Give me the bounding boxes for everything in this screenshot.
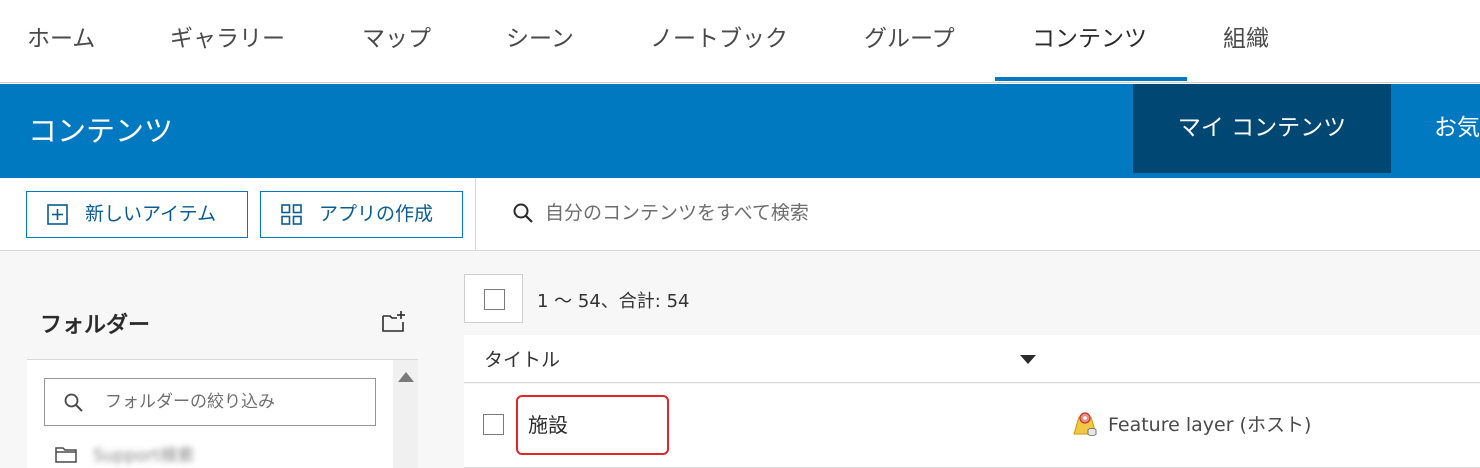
content-search-input[interactable] [545,193,1145,233]
folder-icon [55,447,77,463]
folders-heading: フォルダー [40,313,151,338]
tab-favorites[interactable]: お気 [1434,84,1480,173]
checkbox-box [484,289,505,310]
sort-dropdown-icon[interactable] [1020,355,1036,364]
active-nav-indicator [995,77,1187,81]
result-count: 1 〜 54、合計: 54 [537,291,690,312]
tab-my-content[interactable]: マイ コンテンツ [1133,84,1391,173]
new-item-button[interactable]: 新しいアイテム [26,191,248,238]
create-app-button[interactable]: アプリの作成 [260,191,463,238]
nav-content[interactable]: コンテンツ [1032,0,1147,82]
top-navigation: ホーム ギャラリー マップ シーン ノートブック グループ コンテンツ 組織 [0,0,1480,83]
select-all-checkbox[interactable] [464,274,523,323]
folder-item[interactable]: Support検索 [55,440,355,468]
column-header-title[interactable]: タイトル [484,345,560,372]
scroll-up-arrow-icon[interactable] [398,372,414,382]
folder-name: Support検索 [93,446,195,466]
search-icon [64,393,83,412]
new-item-label: 新しいアイテム [85,203,217,225]
page-title: コンテンツ [28,114,174,148]
nav-notebook[interactable]: ノートブック [650,0,788,82]
folder-filter-field[interactable] [44,378,376,426]
add-square-icon [47,204,68,225]
new-folder-icon[interactable] [381,309,407,333]
folder-filter-input[interactable] [105,387,365,417]
nav-organization[interactable]: 組織 [1223,0,1269,82]
nav-home[interactable]: ホーム [27,0,95,82]
item-type-label: Feature layer (ホスト) [1108,414,1312,436]
toolbar-divider [475,178,476,251]
table-header: タイトル [464,335,1480,383]
highlight-annotation [516,395,669,455]
nav-groups[interactable]: グループ [864,0,955,82]
feature-layer-icon [1073,412,1097,437]
create-app-label: アプリの作成 [319,203,434,225]
nav-scene[interactable]: シーン [506,0,574,82]
search-icon [513,203,533,223]
nav-gallery[interactable]: ギャラリー [170,0,285,82]
row-checkbox[interactable] [483,414,504,435]
app-grid-icon [281,204,302,225]
content-header: コンテンツ マイ コンテンツ お気 [0,84,1480,178]
nav-map[interactable]: マップ [362,0,431,82]
